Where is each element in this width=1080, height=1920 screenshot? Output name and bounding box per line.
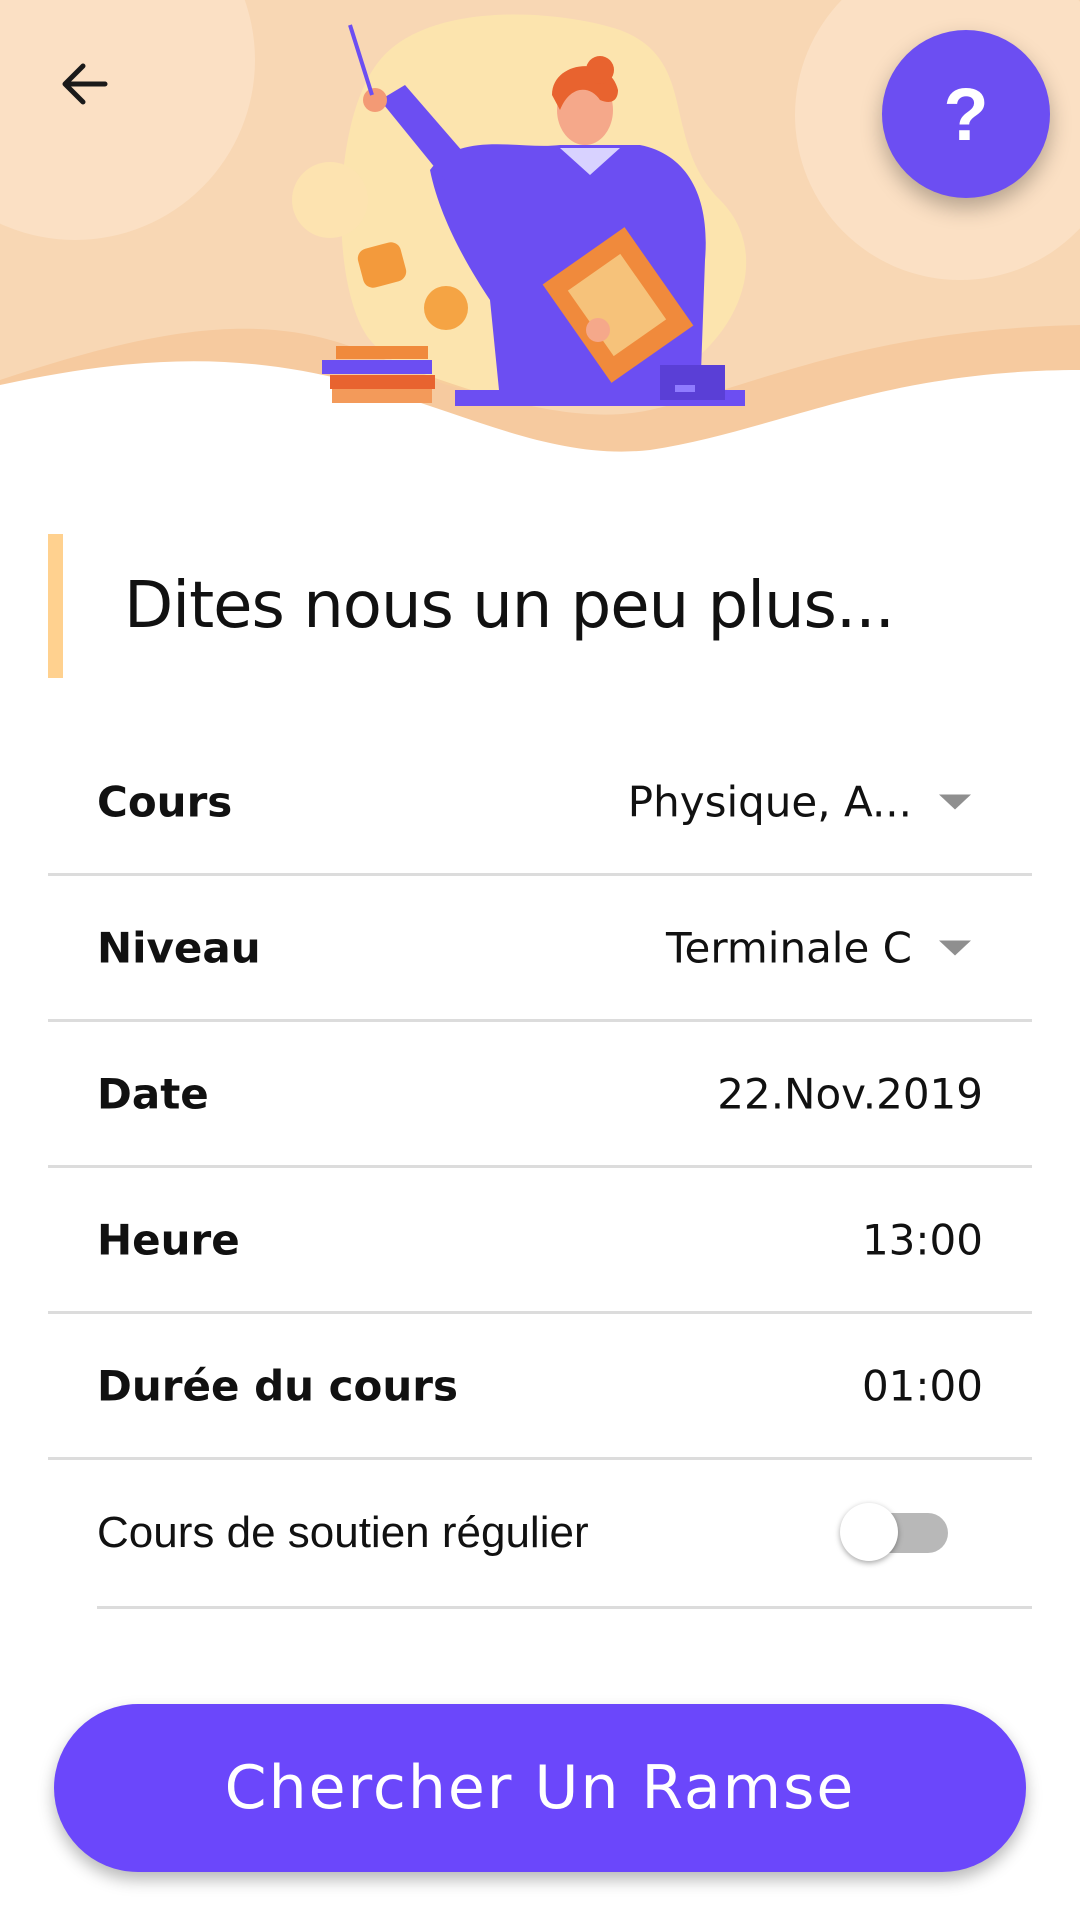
time-row[interactable]: Heure 13:00: [48, 1168, 1032, 1314]
course-select[interactable]: Physique, A...: [628, 777, 912, 826]
heading-accent-bar: [48, 534, 63, 678]
duration-row[interactable]: Durée du cours 01:00: [48, 1314, 1032, 1460]
toggle-thumb[interactable]: [840, 1503, 898, 1561]
course-row[interactable]: Cours Physique, A...: [48, 730, 1032, 876]
back-button[interactable]: [44, 44, 124, 124]
time-value[interactable]: 13:00: [862, 1215, 983, 1264]
help-label: ?: [943, 72, 989, 156]
lesson-form: Cours Physique, A... Niveau Terminale C …: [48, 730, 1032, 1609]
help-button[interactable]: ?: [882, 30, 1050, 198]
duration-value[interactable]: 01:00: [862, 1361, 983, 1410]
date-value[interactable]: 22.Nov.2019: [717, 1069, 983, 1118]
regular-support-label: Cours de soutien régulier: [97, 1508, 589, 1557]
level-label: Niveau: [97, 923, 261, 972]
divider: [97, 1606, 1032, 1609]
duration-label: Durée du cours: [97, 1361, 459, 1410]
chevron-down-icon[interactable]: [939, 940, 971, 955]
regular-support-row: Cours de soutien régulier: [48, 1460, 1032, 1606]
date-row[interactable]: Date 22.Nov.2019: [48, 1022, 1032, 1168]
chevron-down-icon[interactable]: [939, 794, 971, 809]
search-tutor-button[interactable]: Chercher Un Ramse: [54, 1704, 1026, 1872]
level-select[interactable]: Terminale C: [666, 923, 912, 972]
section-heading: Dites nous un peu plus...: [48, 534, 1038, 678]
regular-support-toggle[interactable]: [840, 1503, 948, 1561]
page-title: Dites nous un peu plus...: [124, 569, 895, 643]
course-label: Cours: [97, 777, 233, 826]
screen: ? Dites nous un peu plus... Cours Physiq…: [0, 0, 1080, 1920]
search-tutor-label: Chercher Un Ramse: [224, 1753, 856, 1823]
time-label: Heure: [97, 1215, 240, 1264]
arrow-left-icon: [62, 63, 108, 105]
date-label: Date: [97, 1069, 209, 1118]
level-row[interactable]: Niveau Terminale C: [48, 876, 1032, 1022]
